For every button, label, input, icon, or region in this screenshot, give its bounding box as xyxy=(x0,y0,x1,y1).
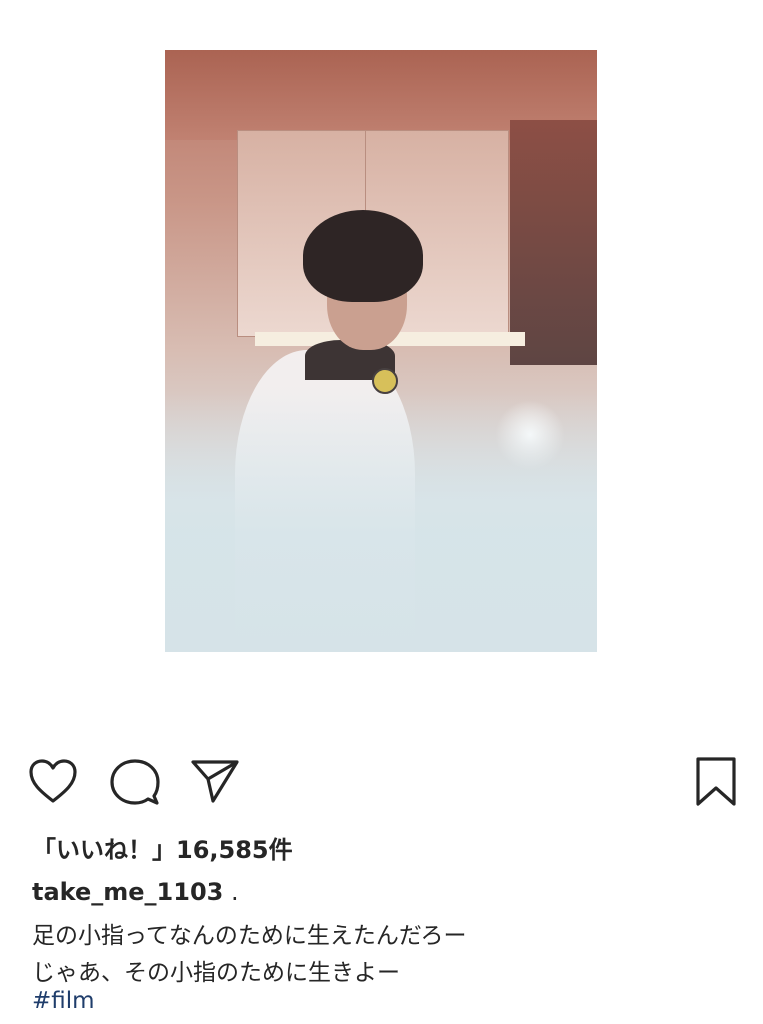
hashtag-link[interactable]: #film xyxy=(32,988,95,1014)
photo-light-leak xyxy=(165,392,597,652)
paper-plane-icon[interactable] xyxy=(190,758,240,804)
photo-range-hood xyxy=(510,120,597,365)
caption-line-2: じゃあ、その小指のために生きよー xyxy=(32,960,400,986)
username-suffix: . xyxy=(223,878,239,906)
post-media-area xyxy=(0,0,763,700)
likes-count[interactable]: 「いいね！」16,585件 xyxy=(32,830,293,865)
comment-bubble-icon[interactable] xyxy=(110,758,160,806)
username-link[interactable]: take_me_1103 xyxy=(32,878,223,906)
bookmark-icon[interactable] xyxy=(694,756,738,808)
heart-icon[interactable] xyxy=(28,758,78,804)
photo-badge xyxy=(372,368,398,394)
post-caption-header: take_me_1103 . xyxy=(32,878,239,906)
photo-person-hair xyxy=(303,210,423,302)
caption-line-1: 足の小指ってなんのために生えたんだろー xyxy=(32,923,467,949)
post-photo[interactable] xyxy=(165,50,597,652)
